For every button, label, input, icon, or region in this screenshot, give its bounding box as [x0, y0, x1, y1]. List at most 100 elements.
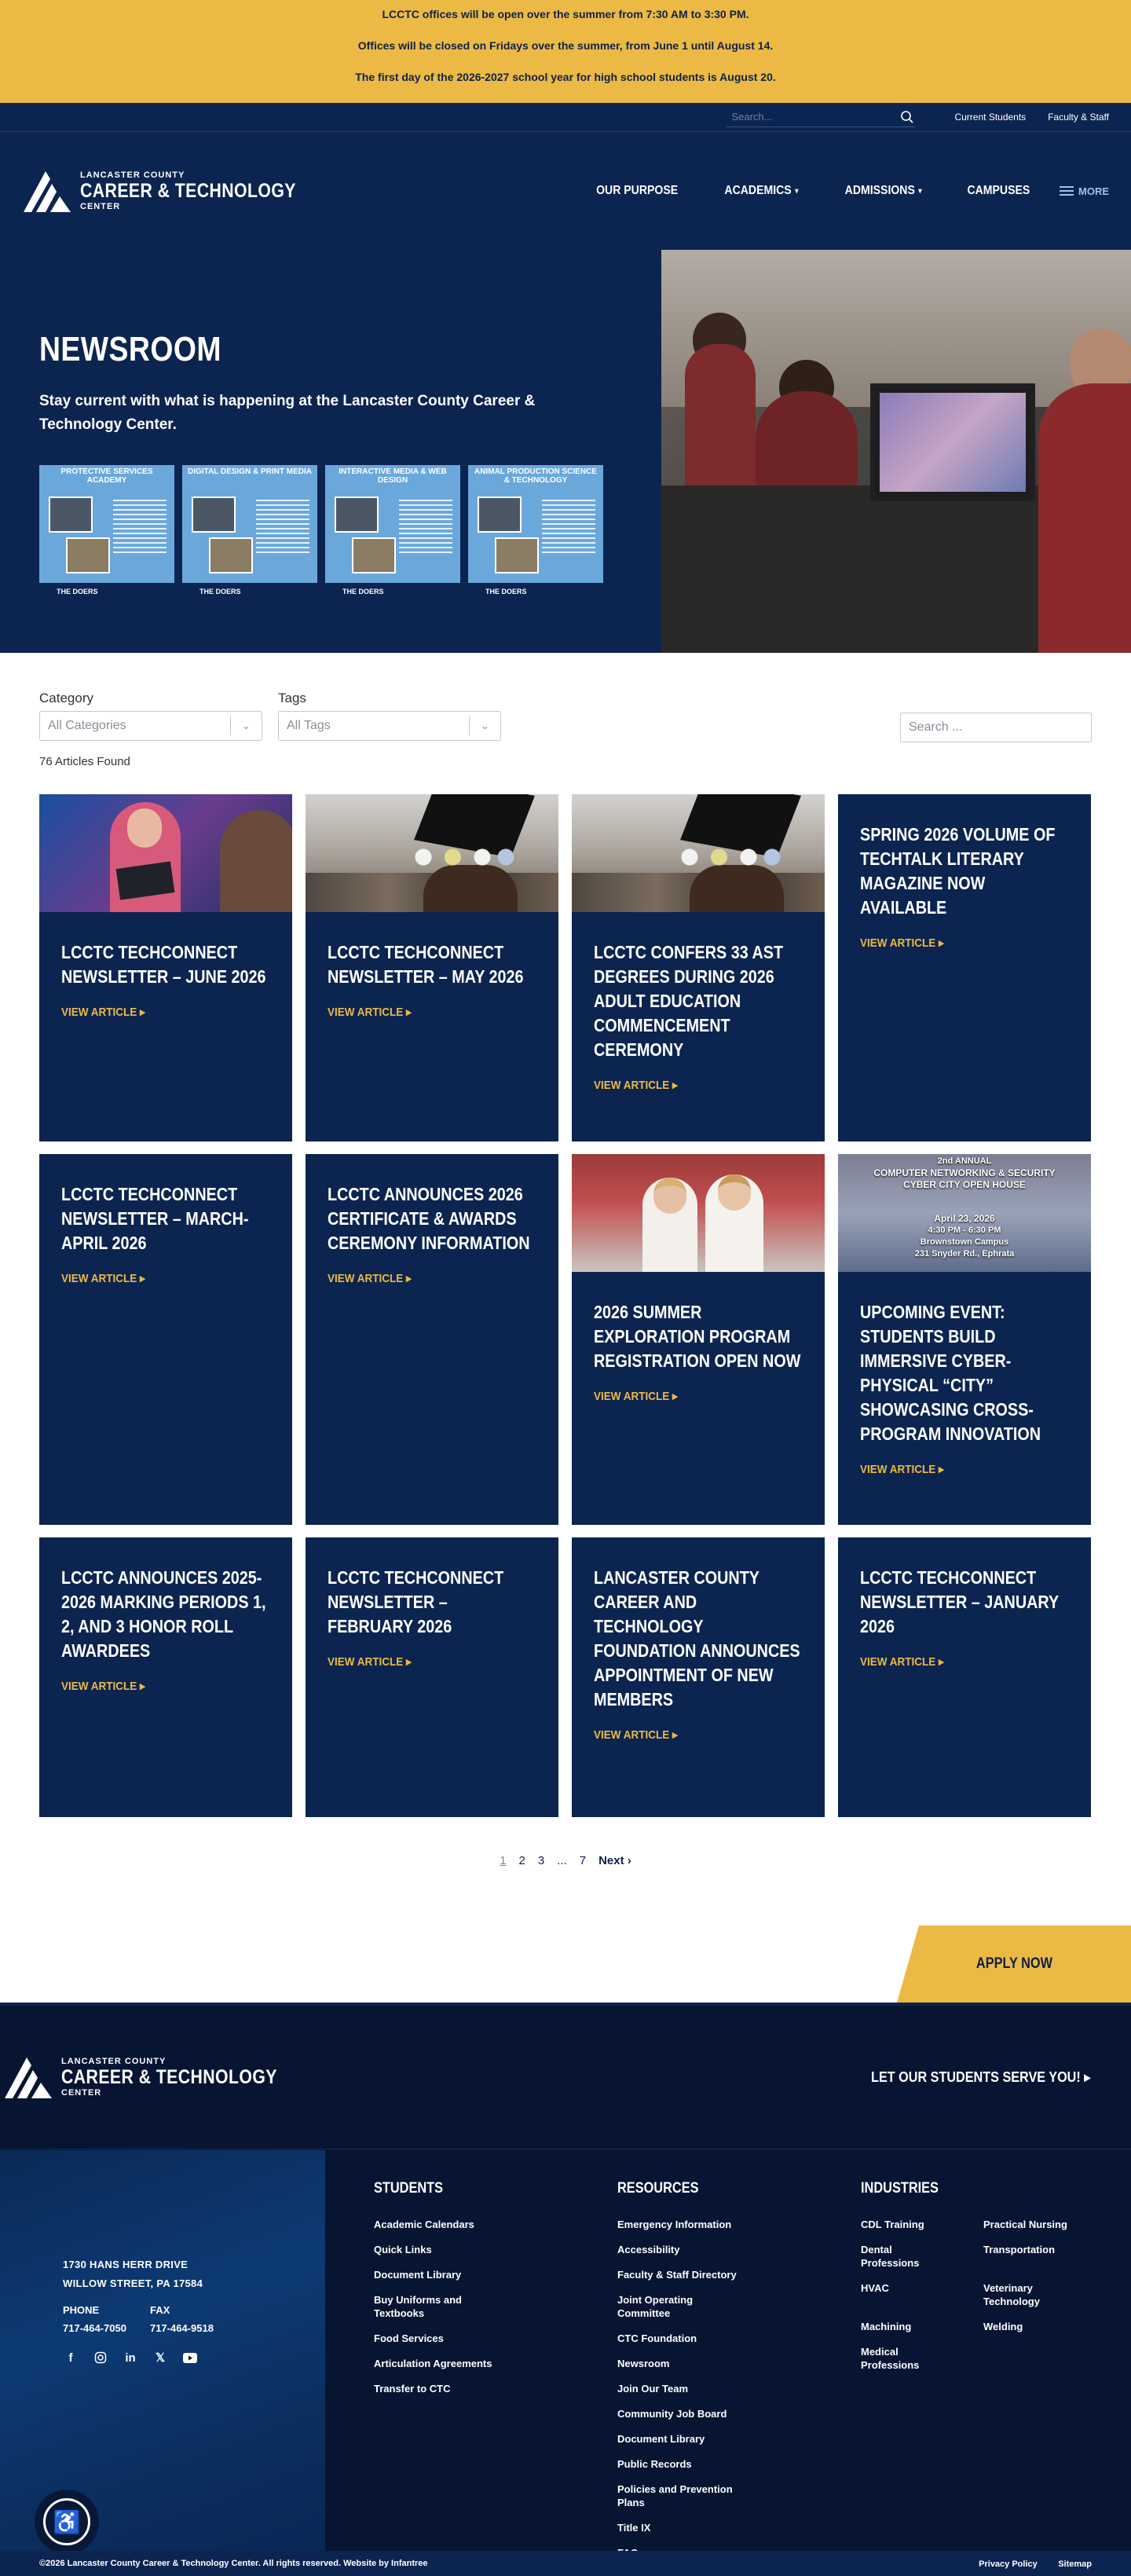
- footer-logo[interactable]: LANCASTER COUNTY CAREER & TECHNOLOGY CEN…: [3, 2054, 315, 2100]
- nav-our-purpose[interactable]: OUR PURPOSE: [596, 184, 678, 198]
- utility-search[interactable]: Search...: [727, 107, 916, 127]
- tags-select[interactable]: All Tags ⌄: [278, 711, 501, 741]
- phone-number[interactable]: 717-464-7050: [63, 2322, 126, 2334]
- footer-link[interactable]: Transfer to CTC: [374, 2382, 531, 2395]
- view-article-link[interactable]: VIEW ARTICLE ▸: [860, 1654, 944, 1669]
- article-title[interactable]: LCCTC TechConnect Newsletter – March-Apr…: [61, 1182, 271, 1255]
- article-card[interactable]: LCCTC Confers 33 AST Degrees During 2026…: [572, 794, 825, 1141]
- accessibility-button[interactable]: ♿: [35, 2490, 99, 2554]
- view-article-link[interactable]: VIEW ARTICLE ▸: [594, 1728, 678, 1742]
- page-3[interactable]: 3: [538, 1854, 544, 1867]
- article-card[interactable]: LCCTC TechConnect Newsletter – January 2…: [838, 1537, 1091, 1817]
- linkedin-icon[interactable]: in: [123, 2350, 138, 2365]
- footer-link[interactable]: Title IX: [617, 2521, 774, 2534]
- footer-link[interactable]: Quick Links: [374, 2243, 531, 2256]
- footer-link[interactable]: Community Job Board: [617, 2407, 774, 2420]
- nav-admissions[interactable]: ADMISSIONS ▾: [845, 184, 922, 198]
- footer-link[interactable]: Document Library: [374, 2268, 531, 2281]
- sitemap-link[interactable]: Sitemap: [1058, 2560, 1092, 2569]
- view-article-link[interactable]: VIEW ARTICLE ▸: [328, 1271, 412, 1285]
- article-card[interactable]: LCCTC Announces 2026 Certificate & Award…: [306, 1154, 558, 1525]
- poster-protective-services: PROTECTIVE SERVICES ACADEMY THE DOERS: [39, 465, 174, 600]
- footer-link[interactable]: CTC Foundation: [617, 2332, 774, 2345]
- view-article-link[interactable]: VIEW ARTICLE ▸: [328, 1654, 412, 1669]
- article-search-input[interactable]: Search ...: [900, 713, 1092, 742]
- article-title[interactable]: LCCTC TechConnect Newsletter – June 2026: [61, 940, 271, 989]
- nav-campuses-label: CAMPUSES: [967, 184, 1030, 197]
- footer-link[interactable]: Buy Uniforms and Textbooks: [374, 2293, 492, 2320]
- privacy-policy-link[interactable]: Privacy Policy: [979, 2560, 1038, 2569]
- footer-link[interactable]: Articulation Agreements: [374, 2357, 531, 2370]
- faculty-staff-link[interactable]: Faculty & Staff: [1048, 112, 1109, 123]
- nav-academics[interactable]: ACADEMICS ▾: [724, 184, 798, 198]
- footer-link[interactable]: Joint Operating Committee: [617, 2293, 719, 2320]
- view-article-link[interactable]: VIEW ARTICLE ▸: [594, 1389, 678, 1403]
- article-card[interactable]: LCCTC TechConnect Newsletter – May 2026 …: [306, 794, 558, 1141]
- facebook-icon[interactable]: f: [63, 2350, 79, 2365]
- footer-link[interactable]: Public Records: [617, 2457, 774, 2471]
- footer-link[interactable]: Veterinary Technology: [983, 2281, 1062, 2308]
- page-1[interactable]: 1: [500, 1854, 506, 1867]
- footer-link[interactable]: Emergency Information: [617, 2218, 774, 2231]
- article-title[interactable]: LCCTC TechConnect Newsletter – February …: [328, 1566, 537, 1639]
- instagram-icon[interactable]: [93, 2350, 108, 2365]
- view-article-link[interactable]: VIEW ARTICLE ▸: [860, 936, 944, 950]
- category-select[interactable]: All Categories ⌄: [39, 711, 262, 741]
- view-article-link[interactable]: VIEW ARTICLE ▸: [61, 1679, 145, 1693]
- more-menu-button[interactable]: MORE: [1060, 184, 1109, 198]
- article-title[interactable]: Lancaster County Career and Technology F…: [594, 1566, 803, 1712]
- article-title[interactable]: 2026 Summer Exploration Program Registra…: [594, 1300, 803, 1373]
- page-2[interactable]: 2: [519, 1854, 525, 1867]
- article-card[interactable]: LCCTC TechConnect Newsletter – June 2026…: [39, 794, 292, 1141]
- view-article-link[interactable]: VIEW ARTICLE ▸: [61, 1005, 145, 1019]
- x-icon[interactable]: 𝕏: [152, 2350, 168, 2365]
- serve-you-link[interactable]: LET OUR STUDENTS SERVE YOU! ▸: [871, 2069, 1090, 2086]
- view-article-link[interactable]: VIEW ARTICLE ▸: [328, 1005, 412, 1019]
- footer-link[interactable]: Medical Professions: [861, 2345, 939, 2372]
- article-card[interactable]: LCCTC TechConnect Newsletter – February …: [306, 1537, 558, 1817]
- footer-link[interactable]: Academic Calendars: [374, 2218, 531, 2231]
- footer-link[interactable]: HVAC: [861, 2281, 971, 2308]
- footer-link[interactable]: CDL Training: [861, 2218, 971, 2231]
- next-page-button[interactable]: Next ›: [598, 1854, 631, 1867]
- footer-link[interactable]: Dental Professions: [861, 2243, 939, 2270]
- site-logo[interactable]: LANCASTER COUNTY CAREER & TECHNOLOGY CEN…: [22, 168, 334, 214]
- article-card[interactable]: 2026 Summer Exploration Program Registra…: [572, 1154, 825, 1525]
- article-title[interactable]: LCCTC Announces 2025-2026 Marking Period…: [61, 1566, 271, 1663]
- view-article-link[interactable]: VIEW ARTICLE ▸: [860, 1462, 944, 1476]
- footer-link[interactable]: Join Our Team: [617, 2382, 774, 2395]
- article-card[interactable]: LCCTC TechConnect Newsletter – March-Apr…: [39, 1154, 292, 1525]
- view-article-link[interactable]: VIEW ARTICLE ▸: [594, 1078, 678, 1092]
- accessibility-icon: ♿: [43, 2498, 90, 2545]
- footer-link[interactable]: Newsroom: [617, 2357, 774, 2370]
- footer-link[interactable]: Practical Nursing: [983, 2218, 1093, 2231]
- article-title[interactable]: LCCTC TechConnect Newsletter – May 2026: [328, 940, 537, 989]
- view-article-link[interactable]: VIEW ARTICLE ▸: [61, 1271, 145, 1285]
- page-7[interactable]: 7: [580, 1854, 586, 1867]
- article-title[interactable]: LCCTC TechConnect Newsletter – January 2…: [860, 1566, 1070, 1639]
- utility-bar: Search... Current Students Faculty & Sta…: [0, 103, 1131, 132]
- article-title[interactable]: Spring 2026 Volume of TechTalk Literary …: [860, 823, 1070, 920]
- search-icon[interactable]: [899, 109, 915, 125]
- youtube-icon[interactable]: [182, 2350, 198, 2365]
- announcement-2: Offices will be closed on Fridays over t…: [357, 39, 774, 52]
- article-title[interactable]: Upcoming Event: Students Build Immersive…: [860, 1300, 1070, 1446]
- footer-link[interactable]: Policies and Prevention Plans: [617, 2483, 759, 2509]
- article-card[interactable]: 2nd ANNUAL COMPUTER NETWORKING & SECURIT…: [838, 1154, 1091, 1525]
- article-card[interactable]: Spring 2026 Volume of TechTalk Literary …: [838, 794, 1091, 1141]
- footer-link[interactable]: Document Library: [617, 2432, 774, 2446]
- footer-link[interactable]: Transportation: [983, 2243, 1093, 2270]
- footer-link[interactable]: Machining: [861, 2320, 971, 2333]
- footer-link[interactable]: Accessibility: [617, 2243, 774, 2256]
- nav-campuses[interactable]: CAMPUSES: [968, 184, 1030, 198]
- article-card[interactable]: Lancaster County Career and Technology F…: [572, 1537, 825, 1817]
- current-students-link[interactable]: Current Students: [954, 112, 1026, 123]
- footer-link[interactable]: Food Services: [374, 2332, 531, 2345]
- footer-link[interactable]: Faculty & Staff Directory: [617, 2268, 774, 2281]
- article-card[interactable]: LCCTC Announces 2025-2026 Marking Period…: [39, 1537, 292, 1817]
- footer-link[interactable]: Welding: [983, 2320, 1093, 2333]
- apply-now-button[interactable]: APPLY NOW: [897, 1926, 1131, 2003]
- article-title[interactable]: LCCTC Confers 33 AST Degrees During 2026…: [594, 940, 803, 1062]
- utility-search-input[interactable]: Search...: [727, 111, 772, 123]
- article-title[interactable]: LCCTC Announces 2026 Certificate & Award…: [328, 1182, 537, 1255]
